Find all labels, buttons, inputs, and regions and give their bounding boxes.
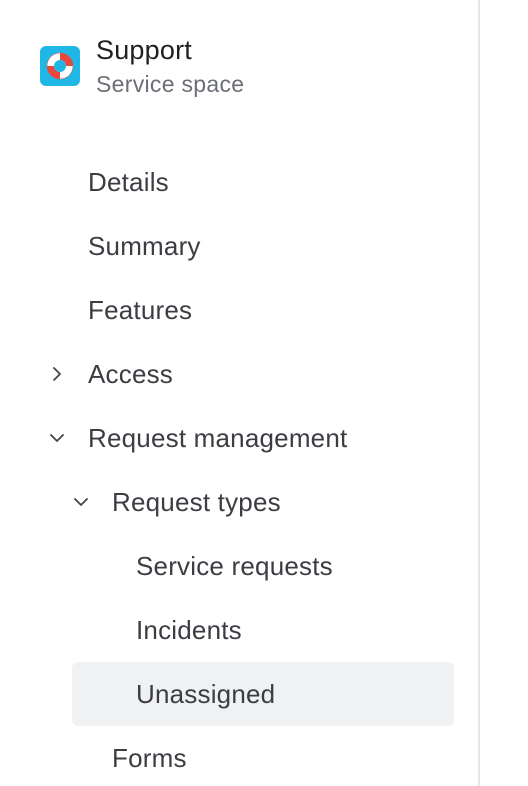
nav-item-access[interactable]: Access — [53, 348, 454, 400]
space-subtitle: Service space — [96, 71, 245, 97]
nav-item-label: Access — [88, 358, 174, 389]
space-header[interactable]: Support Service space — [40, 34, 244, 100]
nav-item-features[interactable]: Features — [72, 284, 454, 336]
space-title: Support — [96, 35, 192, 65]
chevron-down-icon[interactable] — [69, 490, 93, 514]
nav-item-forms[interactable]: Forms — [72, 732, 454, 784]
nav-item-label: Forms — [112, 742, 187, 773]
nav-item-label: Details — [88, 166, 169, 197]
lifebuoy-icon — [40, 46, 80, 86]
chevron-down-icon[interactable] — [45, 426, 69, 450]
nav-item-label: Unassigned — [136, 678, 276, 709]
nav-item-service-requests[interactable]: Service requests — [72, 540, 454, 592]
nav-item-label: Request types — [112, 486, 281, 517]
nav-item-label: Service requests — [136, 550, 333, 581]
nav-item-request-types[interactable]: Request types — [72, 476, 454, 528]
nav-item-details[interactable]: Details — [72, 156, 454, 208]
chevron-right-icon[interactable] — [45, 362, 69, 386]
nav-item-label: Incidents — [136, 614, 242, 645]
nav-item-request-management[interactable]: Request management — [50, 412, 454, 464]
nav-item-incidents[interactable]: Incidents — [72, 604, 454, 656]
nav-item-summary[interactable]: Summary — [72, 220, 454, 272]
nav-item-unassigned[interactable]: Unassigned — [72, 662, 454, 726]
main-content-area — [480, 0, 528, 786]
nav-item-label: Summary — [88, 230, 201, 261]
project-settings-sidebar: Support Service space Details Summary Fe… — [0, 0, 478, 786]
nav-item-label: Request management — [88, 422, 348, 453]
nav-item-label: Features — [88, 294, 193, 325]
